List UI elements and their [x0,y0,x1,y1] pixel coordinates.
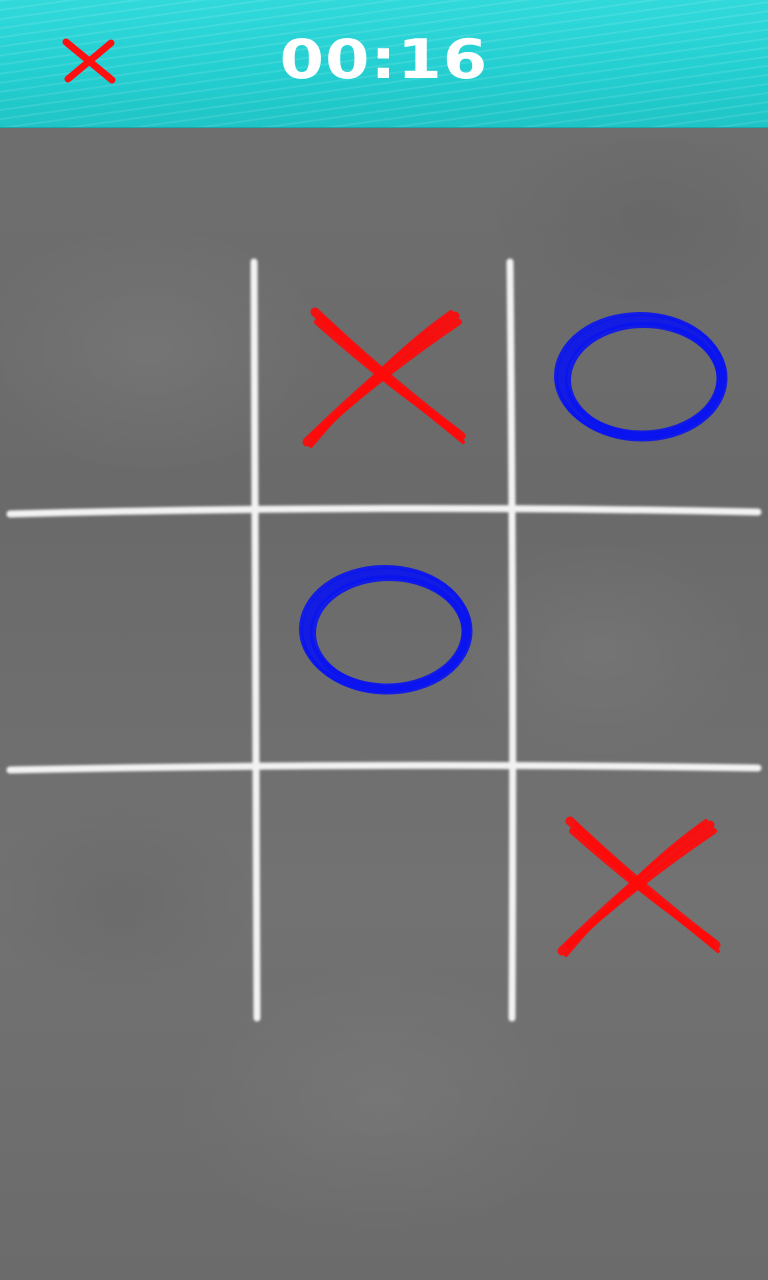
board-cell-r3-c3 [512,769,762,1019]
board-cell-r2-c1[interactable] [4,513,254,763]
x-mark [557,816,721,957]
board-cell-r1-c2 [257,260,507,510]
o-mark [299,565,473,695]
board-cell-r2-c2 [257,513,507,763]
board-cell-r1-c3 [512,260,762,510]
o-mark [554,312,728,442]
board-cell-r3-c1[interactable] [4,769,254,1019]
board-cell-r1-c1[interactable] [4,260,254,510]
x-mark [302,307,466,448]
board-cell-r2-c3[interactable] [512,513,762,763]
board-cell-r3-c2[interactable] [257,769,507,1019]
